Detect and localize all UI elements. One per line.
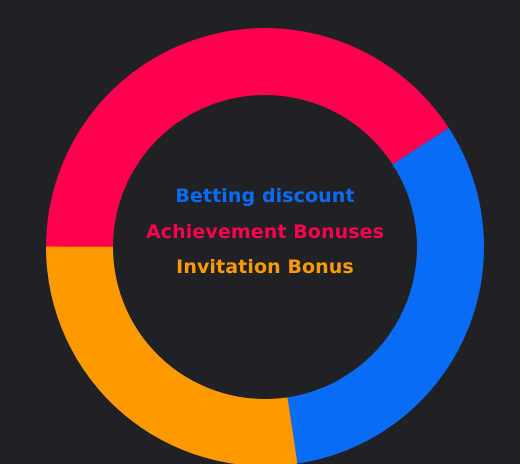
slice-betting-discount[interactable]	[287, 127, 484, 464]
donut-slices	[46, 28, 484, 464]
slice-achievement-bonuses[interactable]	[46, 28, 449, 247]
chart-container: Betting discount Achievement Bonuses Inv…	[0, 0, 520, 464]
donut-chart	[46, 28, 484, 464]
slice-invitation-bonus[interactable]	[46, 246, 298, 464]
